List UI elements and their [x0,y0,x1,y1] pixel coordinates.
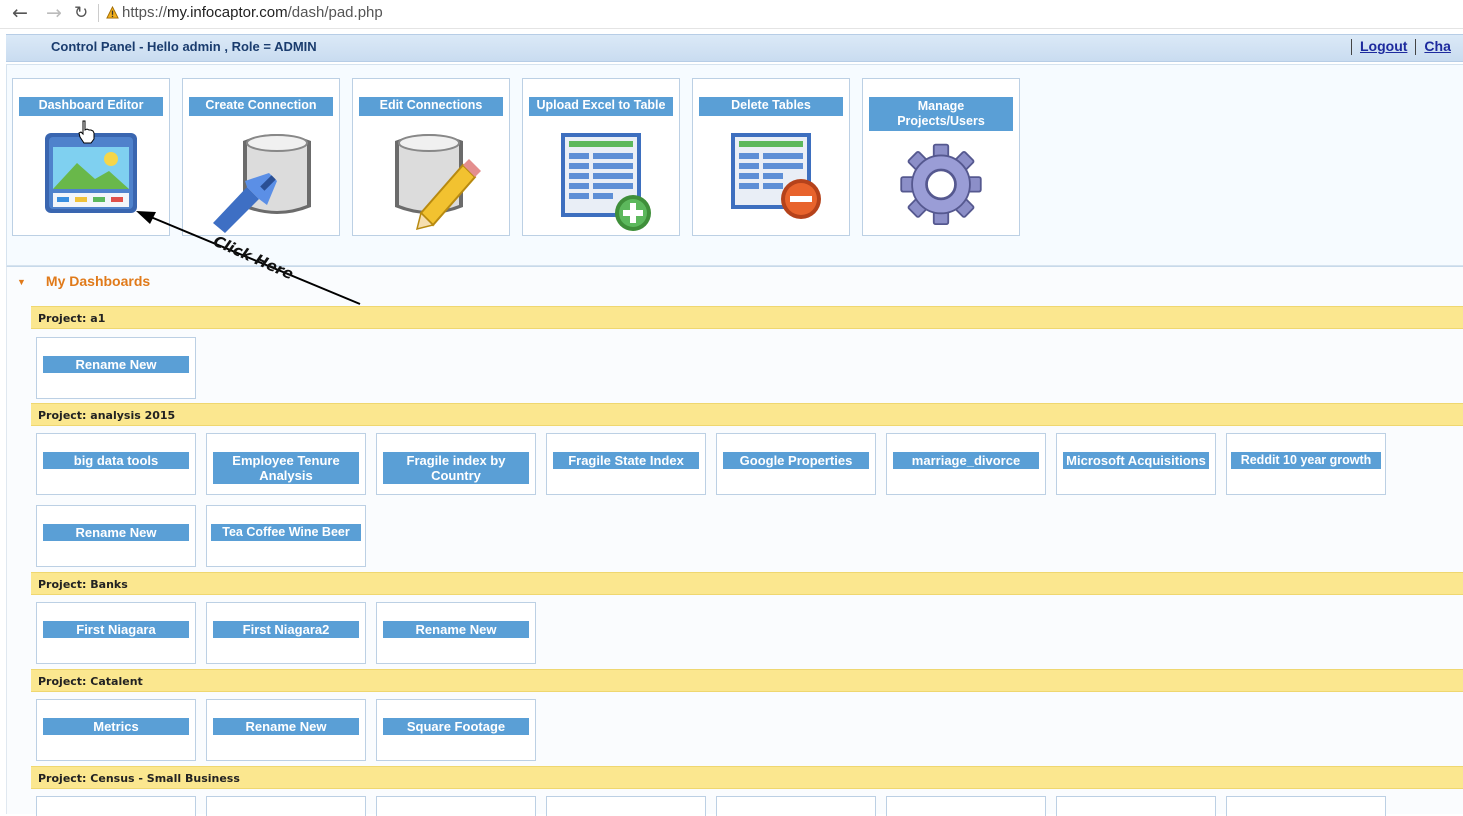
delete-tables-icon [731,133,821,219]
header-links: Logout Cha [1343,38,1451,56]
url-path: /dash/pad.php [287,4,383,21]
logout-link[interactable]: Logout [1360,38,1407,54]
dashboard-card[interactable] [716,796,876,816]
dashboard-label: First Niagara2 [213,621,359,638]
tool-edit-connections[interactable]: Edit Connections [352,78,510,236]
tool-label: Delete Tables [699,97,843,116]
dashboard-label: Rename New [43,356,189,373]
dashboard-label: Rename New [383,621,529,638]
tool-label: Manage Projects/Users [869,97,1013,131]
dashboard-card[interactable]: marriage_divorce [886,433,1046,495]
link-separator [1351,39,1352,56]
dashboard-card[interactable]: Google Properties [716,433,876,495]
dashboard-card[interactable] [546,796,706,816]
dashboard-card[interactable]: Fragile index by Country [376,433,536,495]
project-header[interactable]: Project: a1 [31,306,1463,329]
tool-label: Upload Excel to Table [529,97,673,116]
link-separator [1415,39,1417,56]
back-arrow-icon[interactable]: ← [12,2,28,24]
dashboard-card[interactable]: Rename New [206,699,366,761]
dashboard-label: marriage_divorce [893,452,1039,469]
dashboard-card[interactable]: Microsoft Acquisitions [1056,433,1216,495]
url-host: my.infocaptor.com [167,4,288,21]
tool-label: Edit Connections [359,97,503,116]
tool-label: Create Connection [189,97,333,116]
dashboard-editor-icon [45,133,137,213]
tool-delete-tables[interactable]: Delete Tables [692,78,850,236]
collapse-triangle-icon[interactable]: ▼ [17,277,26,287]
tool-create-connection[interactable]: Create Connection [182,78,340,236]
project-header[interactable]: Project: analysis 2015 [31,403,1463,426]
dashboard-label: Microsoft Acquisitions [1063,452,1209,469]
my-dashboards-toggle[interactable]: ▼ My Dashboards [17,273,150,289]
dashboard-label: Tea Coffee Wine Beer [211,524,361,541]
url-scheme: https:// [122,4,168,21]
dashboard-label: Fragile index by Country [383,452,529,484]
my-dashboards-section: ▼ My Dashboards Project: a1 Rename New Pr… [6,266,1463,816]
dashboard-card[interactable]: Employee Tenure Analysis [206,433,366,495]
change-link[interactable]: Cha [1424,38,1450,54]
dashboard-label: First Niagara [43,621,189,638]
dashboard-card[interactable]: Rename New [376,602,536,664]
tool-manage-projects-users[interactable]: Manage Projects/Users [862,78,1020,236]
gear-icon [900,143,982,226]
dashboard-label: Rename New [213,718,359,735]
project-header[interactable]: Project: Catalent [31,669,1463,692]
dashboard-label: Square Footage [383,718,529,735]
dashboard-card[interactable] [1056,796,1216,816]
dashboard-card[interactable]: Rename New [36,505,196,567]
create-connection-icon [213,134,311,233]
hand-cursor-icon [78,120,95,144]
dashboard-label: Rename New [43,524,189,541]
dashboard-card[interactable]: First Niagara [36,602,196,664]
dashboard-card[interactable]: Square Footage [376,699,536,761]
dashboard-card[interactable]: First Niagara2 [206,602,366,664]
dashboard-card[interactable]: big data tools [36,433,196,495]
dashboard-label: Fragile State Index [553,452,699,469]
dashboard-card[interactable]: Fragile State Index [546,433,706,495]
dashboard-card[interactable] [206,796,366,816]
dashboard-card[interactable] [1226,796,1386,816]
upload-excel-icon [561,133,651,231]
browser-toolbar: ← → ↻ https://my.infocaptor.com/dash/pad… [0,0,1463,29]
reload-icon[interactable]: ↻ [74,3,88,23]
dashboard-card[interactable]: Reddit 10 year growth [1226,433,1386,495]
dashboard-label: Metrics [43,718,189,735]
tool-label: Dashboard Editor [19,97,163,116]
dashboard-card[interactable]: Metrics [36,699,196,761]
page-title: Control Panel - Hello admin , Role = ADM… [51,39,317,54]
project-header[interactable]: Project: Census - Small Business [31,766,1463,789]
address-bar[interactable]: https://my.infocaptor.com/dash/pad.php [122,4,383,21]
dashboard-card[interactable] [376,796,536,816]
forward-arrow-icon[interactable]: → [46,2,62,24]
project-header[interactable]: Project: Banks [31,572,1463,595]
dashboard-card[interactable]: Tea Coffee Wine Beer [206,505,366,567]
dashboard-label: Employee Tenure Analysis [213,452,359,484]
dashboard-label: Reddit 10 year growth [1231,452,1381,469]
section-title: My Dashboards [45,273,151,289]
edit-connections-icon [395,134,481,231]
tool-dashboard-editor[interactable]: Dashboard Editor [12,78,170,236]
lock-warning-icon[interactable] [106,6,119,19]
dashboard-card[interactable]: Rename New [36,337,196,399]
dashboard-label: big data tools [43,452,189,469]
url-divider [98,4,99,22]
dashboard-card[interactable] [36,796,196,816]
dashboard-card[interactable] [886,796,1046,816]
tool-upload-excel[interactable]: Upload Excel to Table [522,78,680,236]
dashboard-label: Google Properties [723,452,869,469]
control-panel-header: Control Panel - Hello admin , Role = ADM… [6,34,1463,62]
